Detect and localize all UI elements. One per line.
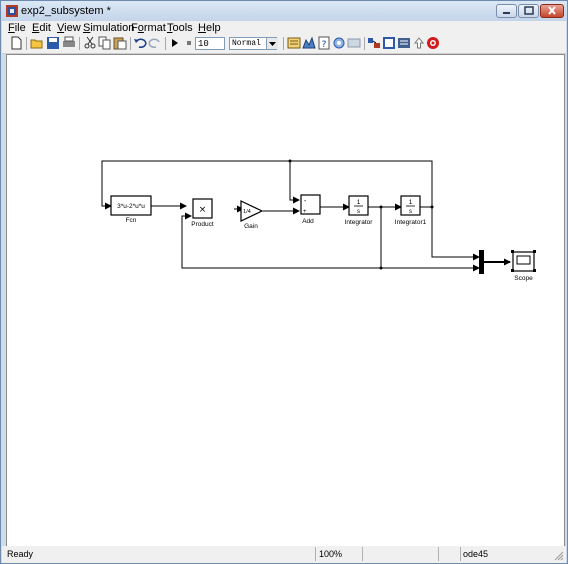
add-block[interactable]: - + Add xyxy=(300,194,321,225)
status-bar: Ready 100% ode45 xyxy=(2,546,566,563)
fcn-label: Fcn xyxy=(126,217,137,224)
signal-feedback-to-add xyxy=(289,161,300,204)
menu-file[interactable]: File xyxy=(8,21,26,35)
selection-handle xyxy=(511,269,514,272)
add-sign-plus: + xyxy=(303,209,307,215)
build-icon[interactable] xyxy=(287,36,301,50)
simulink-model-icon xyxy=(6,5,18,17)
model-advisor-icon[interactable] xyxy=(367,36,381,50)
close-button[interactable] xyxy=(540,4,564,18)
integrator1-label: Integrator1 xyxy=(395,219,427,226)
stop-icon[interactable] xyxy=(182,36,196,50)
save-icon[interactable] xyxy=(46,36,60,50)
selection-handle xyxy=(533,269,536,272)
stop-time-input[interactable]: 10 xyxy=(195,37,225,50)
chevron-down-icon[interactable] xyxy=(266,38,278,49)
gain-block[interactable]: 1/4 Gain xyxy=(240,200,264,230)
close-icon xyxy=(548,6,556,15)
new-file-icon[interactable] xyxy=(9,36,23,50)
menu-help[interactable]: Help xyxy=(198,21,221,35)
go-to-parent-icon[interactable] xyxy=(412,36,426,50)
scope-label: Scope xyxy=(514,275,533,282)
play-icon[interactable] xyxy=(168,36,182,50)
paste-icon[interactable] xyxy=(113,36,127,50)
maximize-button[interactable] xyxy=(518,4,539,18)
toolbar: 10 Normal ? xyxy=(2,35,566,54)
model-browser-icon[interactable] xyxy=(397,36,411,50)
menu-bar: File Edit View Simulation Format Tools H… xyxy=(2,21,566,35)
menu-simulation[interactable]: Simulation xyxy=(83,21,134,35)
title-bar[interactable]: exp2_subsystem * xyxy=(1,1,567,21)
selection-handle xyxy=(511,250,514,253)
fcn-expression: 3*u-2*u*u xyxy=(117,203,145,210)
branch-point xyxy=(288,159,292,163)
branch-point xyxy=(379,266,383,270)
fcn-block[interactable]: 3*u-2*u*u Fcn xyxy=(110,195,152,224)
help-icon[interactable] xyxy=(426,36,440,50)
diagram-canvas[interactable]: 3*u-2*u*u Fcn × Product 1/4 Gain - + Add xyxy=(6,54,565,547)
open-folder-icon[interactable] xyxy=(30,36,44,50)
scope-block[interactable]: Scope xyxy=(511,250,536,282)
signal-integrator-to-mux xyxy=(380,207,480,272)
integrator-label: Integrator xyxy=(345,219,374,226)
gain-label: Gain xyxy=(244,223,258,230)
menu-edit[interactable]: Edit xyxy=(32,21,51,35)
product-block[interactable]: × Product xyxy=(191,198,214,228)
mux-block[interactable] xyxy=(479,250,484,274)
print-icon[interactable] xyxy=(62,36,76,50)
solver-name: ode45 xyxy=(463,549,489,559)
product-symbol: × xyxy=(199,205,207,215)
library-browser-icon[interactable] xyxy=(332,36,346,50)
gain-value: 1/4 xyxy=(243,209,251,215)
maximize-icon xyxy=(524,6,534,15)
svg-text:?: ? xyxy=(322,40,327,50)
status-text: Ready xyxy=(7,549,34,559)
minimize-icon xyxy=(503,12,510,14)
debugger-icon[interactable] xyxy=(347,36,361,50)
menu-tools[interactable]: Tools xyxy=(167,21,193,35)
model-window: exp2_subsystem * File Edit View Simulati… xyxy=(0,0,568,564)
integrator-numerator: 1 xyxy=(357,199,361,206)
product-label: Product xyxy=(191,221,214,228)
block-diagram: 3*u-2*u*u Fcn × Product 1/4 Gain - + Add xyxy=(101,159,536,282)
update-diagram-icon[interactable] xyxy=(302,36,316,50)
redo-icon[interactable] xyxy=(148,36,162,50)
menu-format[interactable]: Format xyxy=(131,21,166,35)
copy-icon[interactable] xyxy=(98,36,112,50)
cut-icon[interactable] xyxy=(83,36,97,50)
zoom-level: 100% xyxy=(319,549,343,559)
model-explorer-icon[interactable]: ? xyxy=(317,36,331,50)
branch-point xyxy=(379,205,383,209)
add-label: Add xyxy=(302,218,314,225)
integrator1-numerator: 1 xyxy=(409,199,413,206)
integrator1-denominator: s xyxy=(409,209,412,215)
integrator-denominator: s xyxy=(357,209,360,215)
window-title: exp2_subsystem * xyxy=(21,5,111,17)
branch-point xyxy=(430,205,434,209)
minimize-button[interactable] xyxy=(496,4,517,18)
integrator-block[interactable]: 1 s Integrator xyxy=(345,195,374,226)
signal-integrator1-to-mux xyxy=(420,206,480,261)
undo-icon[interactable] xyxy=(133,36,147,50)
menu-view[interactable]: View xyxy=(57,21,81,35)
resize-grip-icon[interactable] xyxy=(554,551,564,561)
integrator1-block[interactable]: 1 s Integrator1 xyxy=(395,195,427,226)
signal-builder-icon[interactable] xyxy=(382,36,396,50)
selection-handle xyxy=(533,250,536,253)
